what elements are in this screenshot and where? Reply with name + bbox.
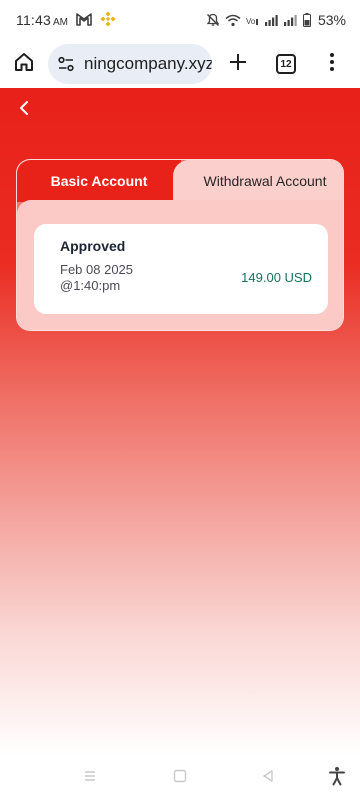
accessibility-button[interactable] xyxy=(325,766,349,790)
signal-icon xyxy=(264,14,279,26)
status-bar: 11:43 AM Vo 53% xyxy=(0,0,360,40)
withdrawal-records: Approved Feb 08 2025 @1:40:pm 149.00 USD xyxy=(17,200,343,330)
new-tab-icon xyxy=(228,52,248,77)
tab-switcher-button[interactable]: 12 xyxy=(264,40,308,88)
system-nav-bar xyxy=(0,756,360,800)
account-panel: Basic Account Withdrawal Account Approve… xyxy=(16,159,344,331)
record-status: Approved xyxy=(60,238,126,254)
accessibility-icon xyxy=(328,766,346,791)
signal-icon xyxy=(283,14,298,26)
battery-icon xyxy=(302,13,311,27)
recents-button[interactable] xyxy=(78,766,102,790)
battery-percent: 53% xyxy=(317,12,346,28)
tab-basic-account[interactable]: Basic Account xyxy=(17,160,181,202)
account-tabs: Basic Account Withdrawal Account xyxy=(17,160,343,202)
address-bar[interactable]: ningcompany.xyz xyxy=(48,44,212,84)
recents-icon xyxy=(83,769,97,787)
home-icon xyxy=(13,51,35,78)
new-tab-button[interactable] xyxy=(212,40,264,88)
chevron-left-icon xyxy=(18,100,30,121)
home-nav-button[interactable] xyxy=(168,766,192,790)
home-button[interactable] xyxy=(0,40,48,88)
volte-icon: Vo xyxy=(246,14,260,26)
overflow-menu-button[interactable] xyxy=(308,40,356,88)
url-text: ningcompany.xyz xyxy=(84,54,212,73)
back-button[interactable] xyxy=(12,98,36,122)
wifi-icon xyxy=(225,14,241,27)
gmail-icon xyxy=(76,12,92,29)
binance-icon xyxy=(100,10,116,30)
back-nav-button[interactable] xyxy=(256,766,280,790)
page-content: Basic Account Withdrawal Account Approve… xyxy=(0,88,360,756)
status-time: 11:43 AM xyxy=(16,12,68,28)
tab-switcher-icon: 12 xyxy=(276,54,296,74)
back-nav-icon xyxy=(261,769,275,788)
site-settings-icon[interactable] xyxy=(56,54,76,74)
mute-icon xyxy=(206,13,220,27)
svg-text:Vo: Vo xyxy=(246,17,256,26)
tab-withdrawal-account[interactable]: Withdrawal Account xyxy=(173,160,343,202)
browser-toolbar: ningcompany.xyz 12 xyxy=(0,40,360,88)
home-nav-icon xyxy=(173,769,187,788)
overflow-menu-icon xyxy=(329,52,335,77)
withdrawal-record-card[interactable]: Approved Feb 08 2025 @1:40:pm 149.00 USD xyxy=(34,224,328,314)
record-amount: 149.00 USD xyxy=(241,270,312,285)
